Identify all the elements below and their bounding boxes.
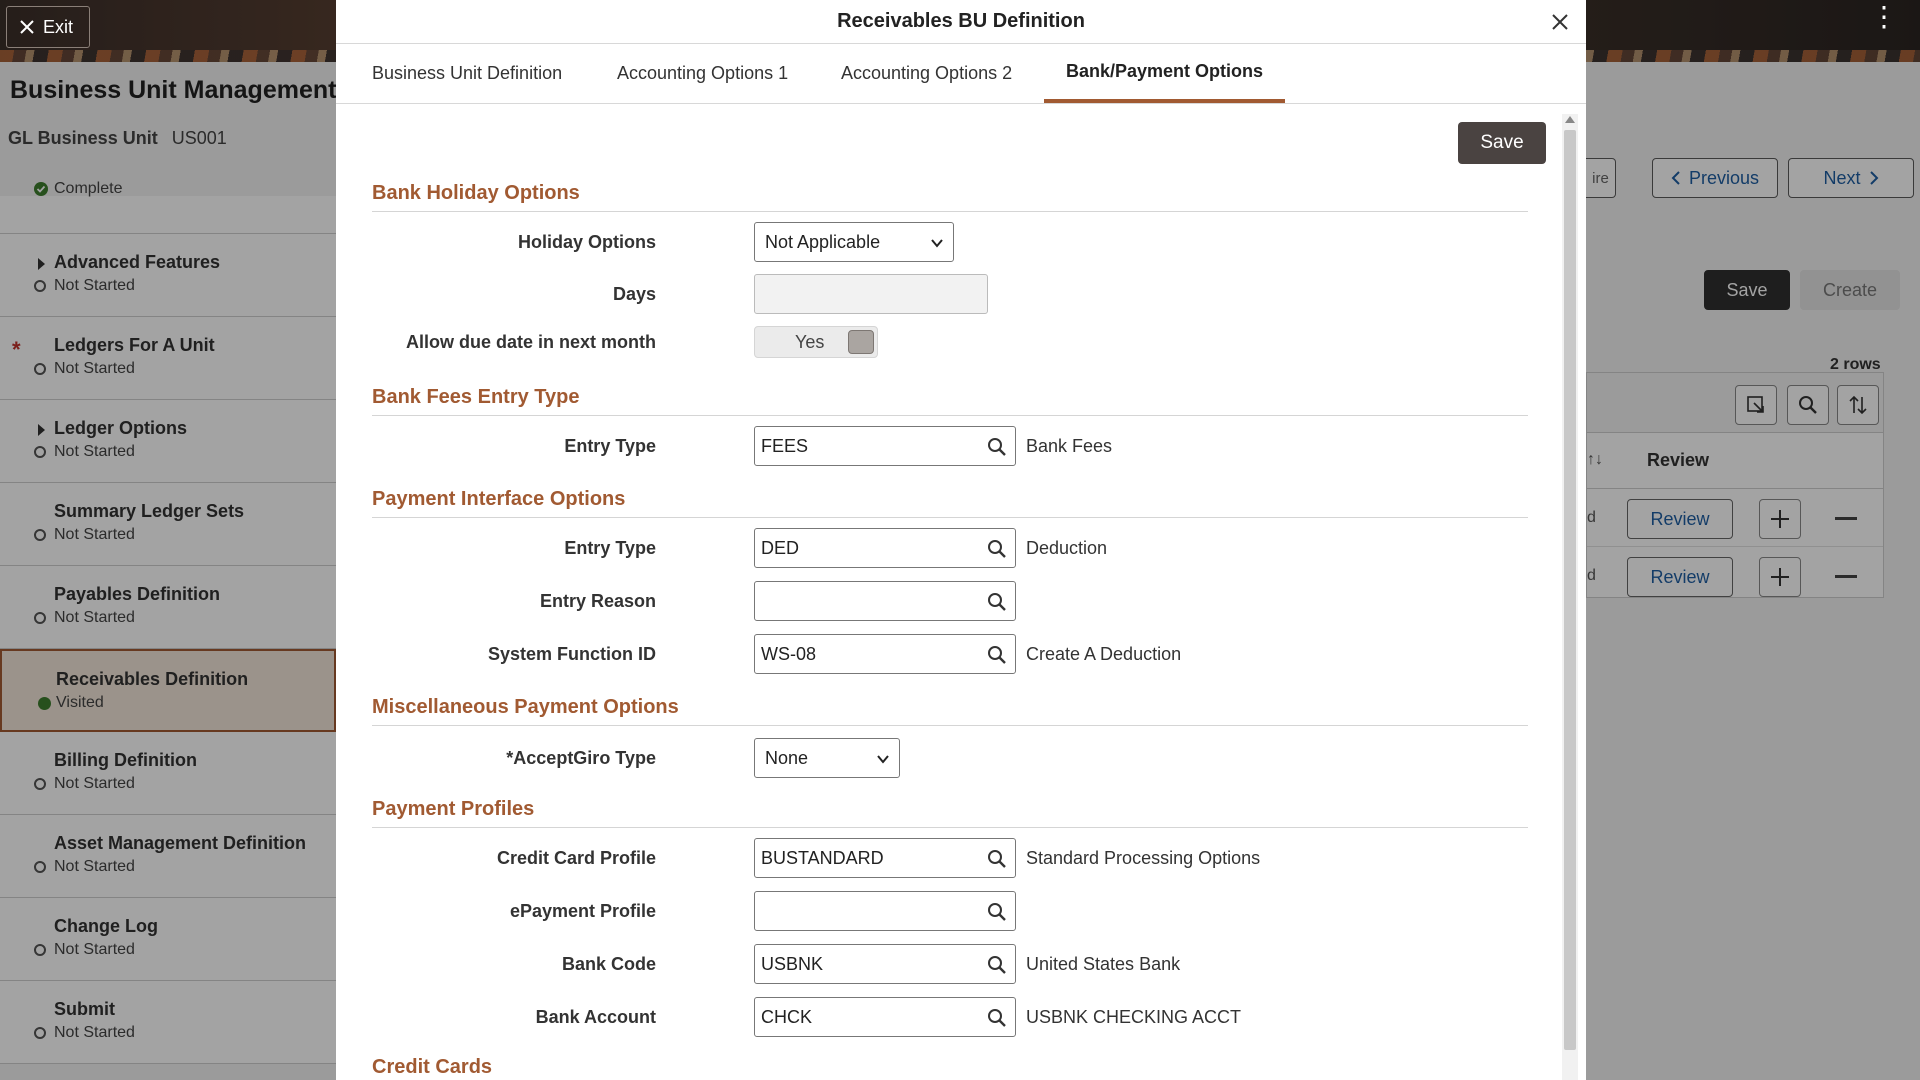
bank-code-label: Bank Code (562, 944, 656, 984)
tab-accounting-options-1[interactable]: Accounting Options 1 (617, 44, 788, 103)
fees-entry-type-row: Entry Type FEES Bank Fees (336, 426, 1536, 466)
days-row: Days (336, 274, 1536, 314)
allow-due-date-row: Allow due date in next month Yes (336, 326, 1536, 366)
toggle-knob (848, 330, 874, 354)
receivables-modal: Receivables BU Definition Business Unit … (336, 0, 1586, 1080)
fees-entry-type-input[interactable]: FEES (754, 426, 1016, 466)
allow-due-date-label: Allow due date in next month (406, 326, 656, 358)
holiday-options-value: Not Applicable (765, 232, 880, 253)
toggle-value: Yes (795, 332, 824, 353)
entry-reason-row: Entry Reason (336, 581, 1536, 621)
section-payment-profiles: Payment Profiles (372, 798, 1528, 828)
credit-card-profile-desc: Standard Processing Options (1026, 838, 1260, 878)
entry-reason-input[interactable] (754, 581, 1016, 621)
acceptgiro-row: *AcceptGiro Type None (336, 738, 1536, 778)
bank-code-input[interactable]: USBNK (754, 944, 1016, 984)
system-function-input[interactable]: WS-08 (754, 634, 1016, 674)
fees-entry-type-value: FEES (761, 436, 808, 457)
bank-account-desc: USBNK CHECKING ACCT (1026, 997, 1241, 1037)
chevron-down-icon (931, 237, 943, 249)
bank-account-label: Bank Account (536, 997, 656, 1037)
credit-card-profile-row: Credit Card Profile BUSTANDARD Standard … (336, 838, 1536, 878)
scroll-up-icon[interactable] (1565, 116, 1575, 123)
exit-label: Exit (43, 17, 73, 38)
bank-code-row: Bank Code USBNK United States Bank (336, 944, 1536, 984)
epayment-profile-label: ePayment Profile (510, 891, 656, 931)
acceptgiro-select[interactable]: None (754, 738, 900, 778)
close-icon[interactable] (1548, 10, 1572, 34)
scrollbar[interactable] (1562, 114, 1578, 1080)
credit-card-profile-label: Credit Card Profile (497, 838, 656, 878)
section-payment-interface: Payment Interface Options (372, 488, 1528, 518)
bank-code-value: USBNK (761, 954, 823, 975)
modal-title: Receivables BU Definition (837, 10, 1085, 33)
section-bank-holiday: Bank Holiday Options (372, 182, 1528, 212)
more-options-icon[interactable]: ⋮ (1870, 12, 1898, 22)
pi-entry-type-row: Entry Type DED Deduction (336, 528, 1536, 568)
credit-card-profile-value: BUSTANDARD (761, 848, 884, 869)
credit-card-profile-input[interactable]: BUSTANDARD (754, 838, 1016, 878)
holiday-options-select[interactable]: Not Applicable (754, 222, 954, 262)
modal-body: Save Bank Holiday Options Holiday Option… (336, 106, 1586, 1080)
section-bank-fees: Bank Fees Entry Type (372, 386, 1528, 416)
fees-entry-type-label: Entry Type (564, 426, 656, 466)
bank-account-value: CHCK (761, 1007, 812, 1028)
bank-account-row: Bank Account CHCK USBNK CHECKING ACCT (336, 997, 1536, 1037)
system-function-label: System Function ID (488, 634, 656, 674)
entry-reason-label: Entry Reason (540, 581, 656, 621)
acceptgiro-label: *AcceptGiro Type (506, 738, 656, 778)
system-function-value: WS-08 (761, 644, 816, 665)
close-icon (19, 19, 35, 35)
scrollbar-thumb[interactable] (1564, 130, 1576, 1050)
search-icon[interactable] (987, 592, 1007, 612)
modal-tabs: Business Unit Definition Accounting Opti… (336, 44, 1586, 104)
pi-entry-type-value: DED (761, 538, 799, 559)
system-function-row: System Function ID WS-08 Create A Deduct… (336, 634, 1536, 674)
epayment-profile-row: ePayment Profile (336, 891, 1536, 931)
days-label: Days (613, 274, 656, 314)
bank-account-input[interactable]: CHCK (754, 997, 1016, 1037)
holiday-options-label: Holiday Options (518, 222, 656, 262)
pi-entry-type-desc: Deduction (1026, 528, 1107, 568)
search-icon[interactable] (987, 849, 1007, 869)
system-function-desc: Create A Deduction (1026, 634, 1181, 674)
pi-entry-type-input[interactable]: DED (754, 528, 1016, 568)
tab-accounting-options-2[interactable]: Accounting Options 2 (841, 44, 1012, 103)
tab-business-unit-definition[interactable]: Business Unit Definition (372, 44, 562, 103)
exit-button[interactable]: Exit (6, 6, 90, 48)
search-icon[interactable] (987, 539, 1007, 559)
search-icon[interactable] (987, 955, 1007, 975)
bank-code-desc: United States Bank (1026, 944, 1180, 984)
chevron-down-icon (877, 753, 889, 765)
pi-entry-type-label: Entry Type (564, 528, 656, 568)
modal-header: Receivables BU Definition (336, 0, 1586, 44)
allow-due-date-toggle[interactable]: Yes (754, 326, 878, 358)
holiday-options-row: Holiday Options Not Applicable (336, 222, 1536, 262)
search-icon[interactable] (987, 437, 1007, 457)
section-credit-cards: Credit Cards (372, 1056, 1528, 1080)
search-icon[interactable] (987, 645, 1007, 665)
acceptgiro-value: None (765, 748, 808, 769)
section-misc-payment: Miscellaneous Payment Options (372, 696, 1528, 726)
search-icon[interactable] (987, 902, 1007, 922)
search-icon[interactable] (987, 1008, 1007, 1028)
days-input (754, 274, 988, 314)
fees-entry-type-desc: Bank Fees (1026, 426, 1112, 466)
tab-bank-payment-options[interactable]: Bank/Payment Options (1044, 44, 1285, 103)
modal-save-button[interactable]: Save (1458, 122, 1546, 164)
epayment-profile-input[interactable] (754, 891, 1016, 931)
